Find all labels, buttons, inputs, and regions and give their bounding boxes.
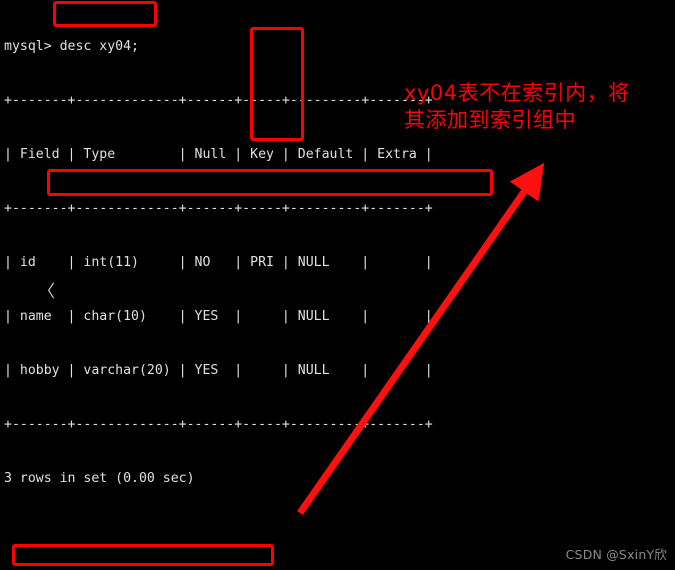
terminal-window[interactable]: mysql> desc xy04; +-------+-------------…	[0, 0, 675, 570]
terminal-line: +-------+-------------+------+-----+----…	[4, 201, 433, 216]
terminal-line: +-------+-------------+------+-----+----…	[4, 93, 433, 108]
mouse-cursor-icon: 〈	[38, 282, 55, 302]
terminal-line: 3 rows in set (0.00 sec)	[4, 471, 195, 486]
csdn-watermark: CSDN @SxinY欣	[565, 547, 667, 562]
terminal-line: | name | char(10) | YES | | NULL | |	[4, 309, 433, 324]
terminal-line: | hobby | varchar(20) | YES | | NULL | |	[4, 363, 433, 378]
terminal-line: mysql> desc xy04;	[4, 39, 139, 54]
terminal-line: | id | int(11) | NO | PRI | NULL | |	[4, 255, 433, 270]
terminal-line: +-------+-------------+------+-----+----…	[4, 417, 433, 432]
terminal-line: | Field | Type | Null | Key | Default | …	[4, 147, 433, 162]
terminal-output: mysql> desc xy04; +-------+-------------…	[4, 2, 672, 570]
